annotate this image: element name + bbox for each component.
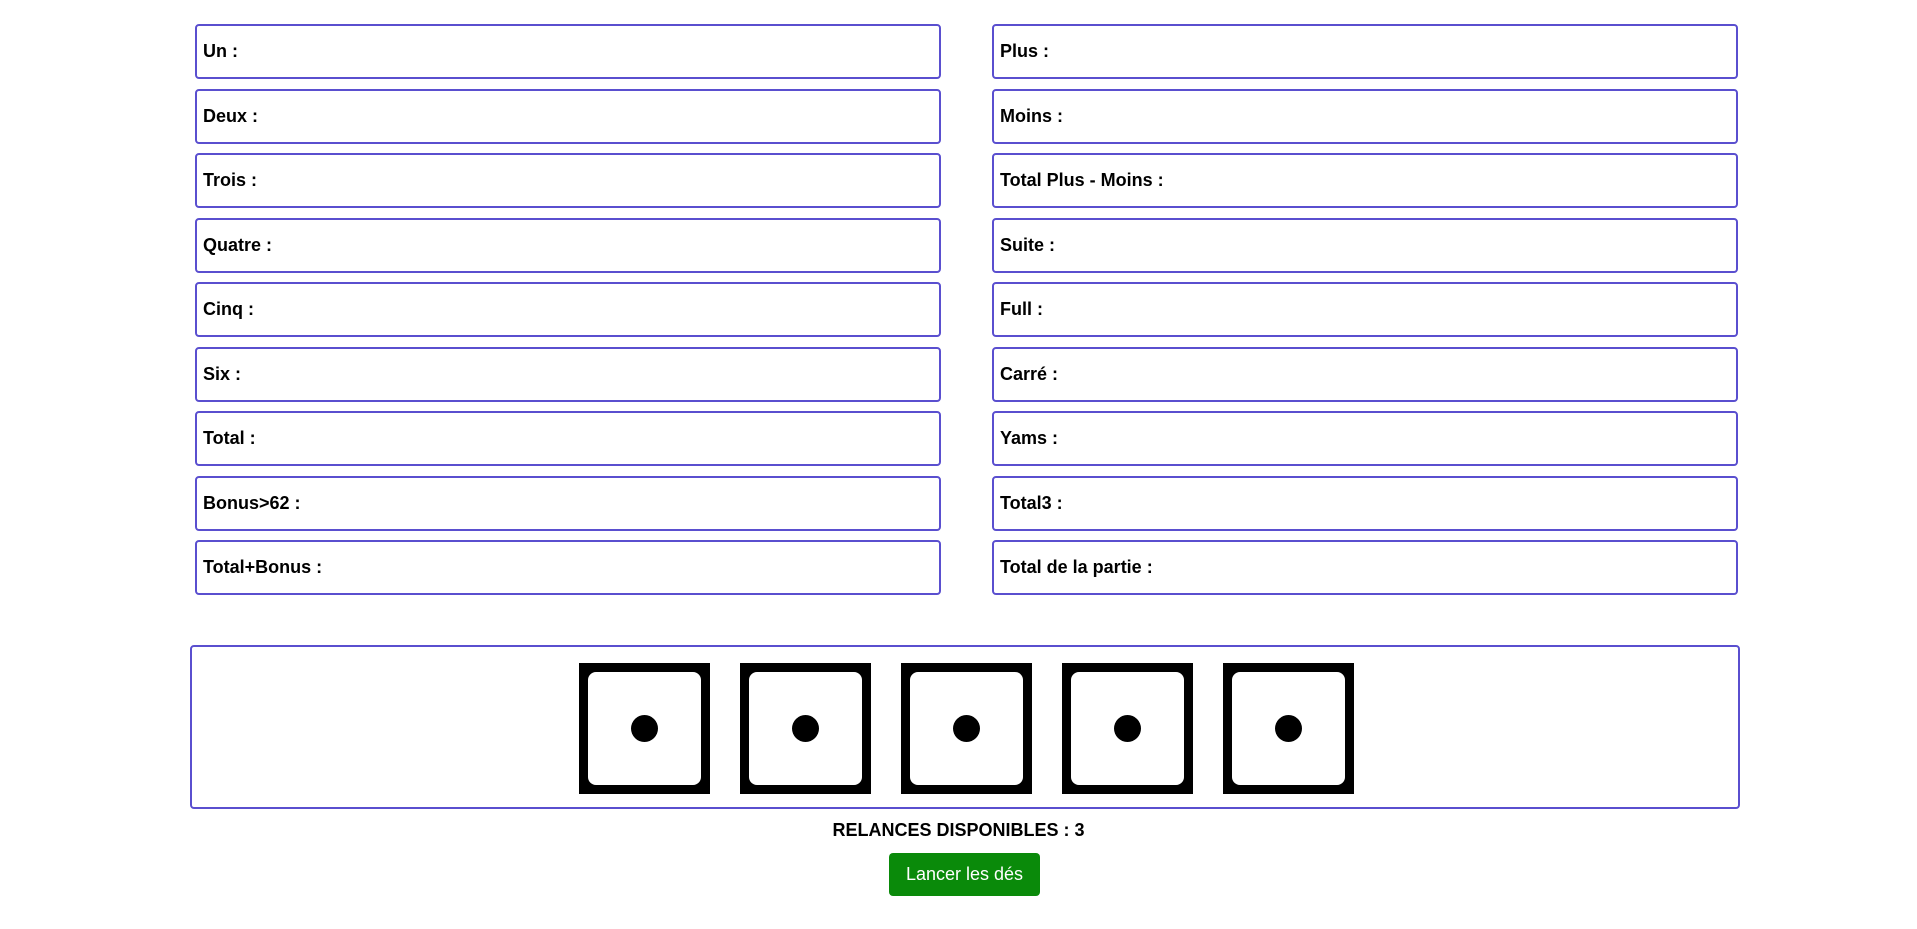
score-label: Yams : [1000, 428, 1059, 448]
score-label: Total Plus - Moins : [1000, 170, 1164, 190]
score-row-full[interactable]: Full : [992, 282, 1738, 337]
die-one-icon [1232, 672, 1345, 785]
score-label: Carré : [1000, 363, 1059, 384]
die-5[interactable] [1223, 663, 1354, 794]
die-one-icon [588, 672, 701, 785]
pip [1114, 715, 1141, 742]
score-row-carre[interactable]: Carré : [992, 346, 1738, 402]
score-label: Un : [203, 41, 238, 61]
score-row-deux[interactable]: Deux : [195, 88, 941, 144]
score-label: Total3 : [1000, 492, 1063, 513]
score-row-total: Total : [195, 411, 941, 466]
score-row-plus[interactable]: Plus : [992, 24, 1738, 79]
score-row-total-plus-moins: Total Plus - Moins : [992, 153, 1738, 208]
die-one-icon [910, 672, 1023, 785]
dice-tray [190, 645, 1740, 809]
scorecard-left: Un : Deux : Trois : Quatre : Cinq : Six … [195, 24, 941, 605]
score-row-total3: Total3 : [992, 475, 1738, 531]
rerolls-remaining: RELANCES DISPONIBLES : 3 [832, 820, 1085, 840]
score-row-moins[interactable]: Moins : [992, 88, 1738, 144]
roll-dice-button[interactable]: Lancer les dés [889, 853, 1040, 896]
score-label: Moins : [1000, 105, 1063, 126]
score-label: Total : [203, 428, 256, 448]
score-label: Bonus>62 : [203, 492, 301, 513]
pip [953, 715, 980, 742]
score-label: Full : [1000, 299, 1043, 319]
score-label: Six : [203, 363, 242, 384]
scorecard-right: Plus : Moins : Total Plus - Moins : Suit… [992, 24, 1738, 605]
yams-game: Un : Deux : Trois : Quatre : Cinq : Six … [0, 0, 1917, 929]
score-label: Quatre : [203, 234, 273, 255]
score-row-total-partie: Total de la partie : [992, 540, 1738, 595]
score-label: Cinq : [203, 299, 254, 319]
score-label: Plus : [1000, 41, 1050, 61]
score-label: Total+Bonus : [203, 557, 323, 577]
score-label: Deux : [203, 105, 259, 126]
die-2[interactable] [740, 663, 871, 794]
score-label: Trois : [203, 170, 258, 190]
score-row-bonus: Bonus>62 : [195, 475, 941, 531]
score-row-cinq[interactable]: Cinq : [195, 282, 941, 337]
die-4[interactable] [1062, 663, 1193, 794]
score-row-quatre[interactable]: Quatre : [195, 217, 941, 273]
score-row-trois[interactable]: Trois : [195, 153, 941, 208]
score-row-suite[interactable]: Suite : [992, 217, 1738, 273]
score-row-total-bonus: Total+Bonus : [195, 540, 941, 595]
die-1[interactable] [579, 663, 710, 794]
pip [792, 715, 819, 742]
die-3[interactable] [901, 663, 1032, 794]
die-one-icon [1071, 672, 1184, 785]
score-row-yams[interactable]: Yams : [992, 411, 1738, 466]
score-label: Total de la partie : [1000, 557, 1153, 577]
die-one-icon [749, 672, 862, 785]
pip [1275, 715, 1302, 742]
score-row-six[interactable]: Six : [195, 346, 941, 402]
score-label: Suite : [1000, 234, 1056, 255]
score-row-un[interactable]: Un : [195, 24, 941, 79]
pip [631, 715, 658, 742]
